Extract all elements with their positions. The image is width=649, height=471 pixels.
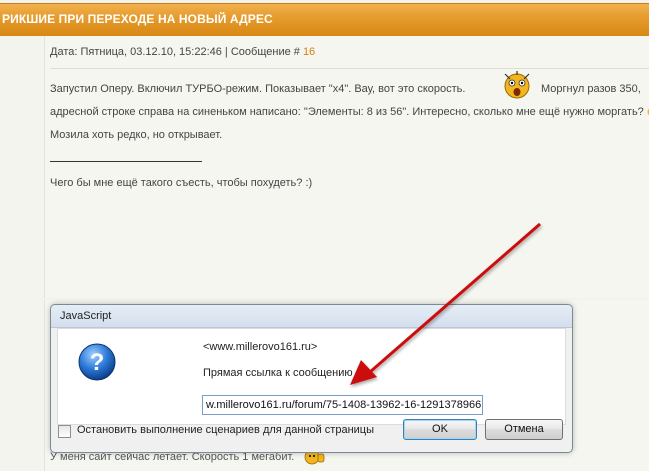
next-post-author-column (0, 300, 45, 471)
stop-scripts-label[interactable]: Остановить выполнение сценариев для данн… (77, 424, 374, 436)
forum-page: РИКШИЕ ПРИ ПЕРЕХОДЕ НА НОВЫЙ АДРЕС Дата:… (0, 0, 649, 471)
post-body: Дата: Пятница, 03.12.10, 15:22:46 | Сооб… (45, 36, 649, 298)
post-line-2: адресной строке справа на синеньком напи… (50, 101, 649, 124)
message-number-link[interactable]: 16 (303, 46, 315, 58)
dialog-title: JavaScript (60, 310, 112, 322)
post-date: Дата: Пятница, 03.12.10, 15:22:46 | Сооб… (50, 46, 303, 58)
post-line-3: Мозила хоть редко, но открывает. (50, 124, 649, 147)
post-line-text: адресной строке справа на синеньком напи… (50, 106, 644, 118)
topic-title: РИКШИЕ ПРИ ПЕРЕХОДЕ НА НОВЫЙ АДРЕС (2, 12, 273, 26)
post-line-text: Мозила хоть редко, но открывает. (50, 129, 223, 141)
post-author-column (0, 36, 45, 298)
svg-text:?: ? (90, 349, 105, 376)
dialog-titlebar[interactable]: JavaScript (51, 305, 572, 328)
post-meta: Дата: Пятница, 03.12.10, 15:22:46 | Сооб… (50, 46, 649, 69)
javascript-dialog: JavaScript ? <www.millerovo161.ru> Пряма… (50, 304, 573, 453)
post-line-1: Запустил Оперу. Включил ТУРБО-режим. Пок… (50, 71, 649, 101)
signature-divider (50, 161, 202, 162)
post-line-text: Запустил Оперу. Включил ТУРБО-режим. Пок… (50, 83, 466, 95)
dialog-message: Прямая ссылка к сообщению (203, 367, 353, 379)
signature-text: Чего бы мне ещё такого съесть, чтобы пох… (50, 177, 313, 189)
dialog-host: <www.millerovo161.ru> (203, 341, 318, 353)
ok-button[interactable]: OK (403, 419, 477, 440)
prompt-url-input[interactable]: w.millerovo161.ru/forum/75-1408-13962-16… (202, 395, 483, 415)
post-line-text-cont: Моргнул разов 350, (541, 83, 641, 95)
cancel-button[interactable]: Отмена (485, 419, 563, 440)
dialog-content: ? <www.millerovo161.ru> Прямая ссылка к … (57, 328, 566, 425)
post-text: Запустил Оперу. Включил ТУРБО-режим. Пок… (50, 71, 649, 147)
stop-scripts-checkbox[interactable] (58, 425, 71, 438)
shocked-smiley-icon (504, 71, 530, 99)
topic-header-bar: РИКШИЕ ПРИ ПЕРЕХОДЕ НА НОВЫЙ АДРЕС (0, 3, 649, 37)
question-icon: ? (78, 343, 116, 381)
